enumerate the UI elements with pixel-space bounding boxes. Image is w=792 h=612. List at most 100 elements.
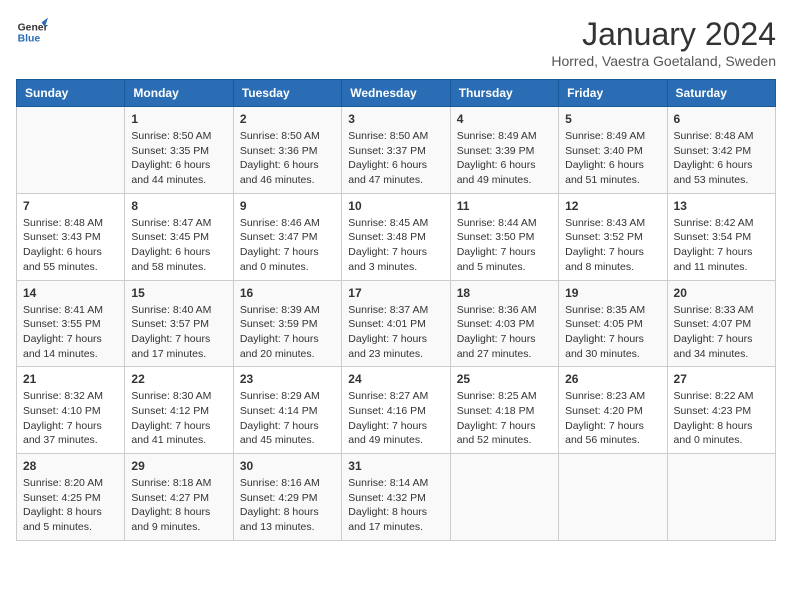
- day-info: Sunrise: 8:50 AM Sunset: 3:35 PM Dayligh…: [131, 129, 226, 188]
- location-subtitle: Horred, Vaestra Goetaland, Sweden: [551, 53, 776, 69]
- calendar-cell: 8Sunrise: 8:47 AM Sunset: 3:45 PM Daylig…: [125, 193, 233, 280]
- day-info: Sunrise: 8:36 AM Sunset: 4:03 PM Dayligh…: [457, 303, 552, 362]
- col-header-sunday: Sunday: [17, 80, 125, 107]
- week-row-1: 1 Sunrise: 8:50 AM Sunset: 3:35 PM Daylig…: [17, 107, 776, 194]
- day-number: 19: [565, 286, 660, 300]
- week-row-5: 28Sunrise: 8:20 AM Sunset: 4:25 PM Dayli…: [17, 454, 776, 541]
- day-info: Sunrise: 8:42 AM Sunset: 3:54 PM Dayligh…: [674, 216, 769, 275]
- logo-icon: General Blue: [16, 16, 48, 48]
- calendar-cell: 28Sunrise: 8:20 AM Sunset: 4:25 PM Dayli…: [17, 454, 125, 541]
- day-info: Sunrise: 8:49 AM Sunset: 3:40 PM Dayligh…: [565, 129, 660, 188]
- calendar-cell: 4 Sunrise: 8:49 AM Sunset: 3:39 PM Daylig…: [450, 107, 558, 194]
- day-number: 10: [348, 199, 443, 213]
- svg-text:Blue: Blue: [18, 34, 41, 45]
- calendar-cell: 17Sunrise: 8:37 AM Sunset: 4:01 PM Dayli…: [342, 280, 450, 367]
- day-info: Sunrise: 8:50 AM Sunset: 3:37 PM Dayligh…: [348, 129, 443, 188]
- calendar-cell: 14 Sunrise: 8:41 AM Sunset: 3:55 PM Dayli…: [17, 280, 125, 367]
- day-info: Sunrise: 8:22 AM Sunset: 4:23 PM Dayligh…: [674, 389, 769, 448]
- calendar-cell: 24Sunrise: 8:27 AM Sunset: 4:16 PM Dayli…: [342, 367, 450, 454]
- col-header-tuesday: Tuesday: [233, 80, 341, 107]
- day-info: Sunrise: 8:43 AM Sunset: 3:52 PM Dayligh…: [565, 216, 660, 275]
- day-info: Sunrise: 8:48 AM Sunset: 3:43 PM Dayligh…: [23, 216, 118, 275]
- calendar-cell: 30Sunrise: 8:16 AM Sunset: 4:29 PM Dayli…: [233, 454, 341, 541]
- day-number: 23: [240, 372, 335, 386]
- col-header-monday: Monday: [125, 80, 233, 107]
- day-number: 13: [674, 199, 769, 213]
- calendar-cell: [667, 454, 775, 541]
- day-number: 14: [23, 286, 118, 300]
- calendar-cell: 12 Sunrise: 8:43 AM Sunset: 3:52 PM Dayli…: [559, 193, 667, 280]
- calendar-cell: 5 Sunrise: 8:49 AM Sunset: 3:40 PM Daylig…: [559, 107, 667, 194]
- logo: General Blue: [16, 16, 48, 48]
- calendar-cell: 11 Sunrise: 8:44 AM Sunset: 3:50 PM Dayli…: [450, 193, 558, 280]
- day-number: 8: [131, 199, 226, 213]
- day-number: 20: [674, 286, 769, 300]
- col-header-thursday: Thursday: [450, 80, 558, 107]
- calendar-cell: 20 Sunrise: 8:33 AM Sunset: 4:07 PM Dayli…: [667, 280, 775, 367]
- day-number: 27: [674, 372, 769, 386]
- col-header-wednesday: Wednesday: [342, 80, 450, 107]
- day-info: Sunrise: 8:27 AM Sunset: 4:16 PM Dayligh…: [348, 389, 443, 448]
- day-number: 15: [131, 286, 226, 300]
- day-number: 12: [565, 199, 660, 213]
- day-info: Sunrise: 8:41 AM Sunset: 3:55 PM Dayligh…: [23, 303, 118, 362]
- day-info: Sunrise: 8:32 AM Sunset: 4:10 PM Dayligh…: [23, 389, 118, 448]
- day-number: 25: [457, 372, 552, 386]
- day-info: Sunrise: 8:18 AM Sunset: 4:27 PM Dayligh…: [131, 476, 226, 535]
- day-info: Sunrise: 8:46 AM Sunset: 3:47 PM Dayligh…: [240, 216, 335, 275]
- page-header: General Blue January 2024 Horred, Vaestr…: [16, 16, 776, 69]
- calendar-cell: 22Sunrise: 8:30 AM Sunset: 4:12 PM Dayli…: [125, 367, 233, 454]
- day-number: 9: [240, 199, 335, 213]
- calendar-cell: [559, 454, 667, 541]
- calendar-cell: 10 Sunrise: 8:45 AM Sunset: 3:48 PM Dayli…: [342, 193, 450, 280]
- day-info: Sunrise: 8:14 AM Sunset: 4:32 PM Dayligh…: [348, 476, 443, 535]
- day-info: Sunrise: 8:40 AM Sunset: 3:57 PM Dayligh…: [131, 303, 226, 362]
- day-info: Sunrise: 8:16 AM Sunset: 4:29 PM Dayligh…: [240, 476, 335, 535]
- calendar-cell: 26 Sunrise: 8:23 AM Sunset: 4:20 PM Dayli…: [559, 367, 667, 454]
- day-number: 2: [240, 112, 335, 126]
- calendar-cell: [450, 454, 558, 541]
- day-info: Sunrise: 8:33 AM Sunset: 4:07 PM Dayligh…: [674, 303, 769, 362]
- week-row-3: 14 Sunrise: 8:41 AM Sunset: 3:55 PM Dayli…: [17, 280, 776, 367]
- calendar-cell: 2 Sunrise: 8:50 AM Sunset: 3:36 PM Daylig…: [233, 107, 341, 194]
- calendar-cell: 13 Sunrise: 8:42 AM Sunset: 3:54 PM Dayli…: [667, 193, 775, 280]
- day-info: Sunrise: 8:49 AM Sunset: 3:39 PM Dayligh…: [457, 129, 552, 188]
- day-number: 26: [565, 372, 660, 386]
- calendar-cell: 27 Sunrise: 8:22 AM Sunset: 4:23 PM Dayli…: [667, 367, 775, 454]
- day-info: Sunrise: 8:20 AM Sunset: 4:25 PM Dayligh…: [23, 476, 118, 535]
- col-header-saturday: Saturday: [667, 80, 775, 107]
- calendar-cell: 6 Sunrise: 8:48 AM Sunset: 3:42 PM Daylig…: [667, 107, 775, 194]
- calendar-cell: 1 Sunrise: 8:50 AM Sunset: 3:35 PM Daylig…: [125, 107, 233, 194]
- calendar-cell: 19 Sunrise: 8:35 AM Sunset: 4:05 PM Dayli…: [559, 280, 667, 367]
- title-block: January 2024 Horred, Vaestra Goetaland, …: [551, 16, 776, 69]
- day-info: Sunrise: 8:39 AM Sunset: 3:59 PM Dayligh…: [240, 303, 335, 362]
- day-number: 11: [457, 199, 552, 213]
- day-number: 1: [131, 112, 226, 126]
- calendar-cell: 29Sunrise: 8:18 AM Sunset: 4:27 PM Dayli…: [125, 454, 233, 541]
- calendar-cell: 7Sunrise: 8:48 AM Sunset: 3:43 PM Daylig…: [17, 193, 125, 280]
- day-info: Sunrise: 8:44 AM Sunset: 3:50 PM Dayligh…: [457, 216, 552, 275]
- day-number: 4: [457, 112, 552, 126]
- week-row-4: 21 Sunrise: 8:32 AM Sunset: 4:10 PM Dayli…: [17, 367, 776, 454]
- day-info: Sunrise: 8:48 AM Sunset: 3:42 PM Dayligh…: [674, 129, 769, 188]
- day-number: 17: [348, 286, 443, 300]
- calendar-cell: 23 Sunrise: 8:29 AM Sunset: 4:14 PM Dayli…: [233, 367, 341, 454]
- calendar-cell: 3Sunrise: 8:50 AM Sunset: 3:37 PM Daylig…: [342, 107, 450, 194]
- month-title: January 2024: [551, 16, 776, 53]
- calendar-cell: 16 Sunrise: 8:39 AM Sunset: 3:59 PM Dayli…: [233, 280, 341, 367]
- day-info: Sunrise: 8:25 AM Sunset: 4:18 PM Dayligh…: [457, 389, 552, 448]
- calendar-cell: 9 Sunrise: 8:46 AM Sunset: 3:47 PM Daylig…: [233, 193, 341, 280]
- calendar-cell: 31Sunrise: 8:14 AM Sunset: 4:32 PM Dayli…: [342, 454, 450, 541]
- day-number: 5: [565, 112, 660, 126]
- day-number: 18: [457, 286, 552, 300]
- day-number: 6: [674, 112, 769, 126]
- calendar-cell: 25 Sunrise: 8:25 AM Sunset: 4:18 PM Dayli…: [450, 367, 558, 454]
- day-info: Sunrise: 8:50 AM Sunset: 3:36 PM Dayligh…: [240, 129, 335, 188]
- day-info: Sunrise: 8:29 AM Sunset: 4:14 PM Dayligh…: [240, 389, 335, 448]
- day-number: 16: [240, 286, 335, 300]
- day-info: Sunrise: 8:45 AM Sunset: 3:48 PM Dayligh…: [348, 216, 443, 275]
- day-info: Sunrise: 8:35 AM Sunset: 4:05 PM Dayligh…: [565, 303, 660, 362]
- day-info: Sunrise: 8:23 AM Sunset: 4:20 PM Dayligh…: [565, 389, 660, 448]
- day-number: 21: [23, 372, 118, 386]
- week-row-2: 7Sunrise: 8:48 AM Sunset: 3:43 PM Daylig…: [17, 193, 776, 280]
